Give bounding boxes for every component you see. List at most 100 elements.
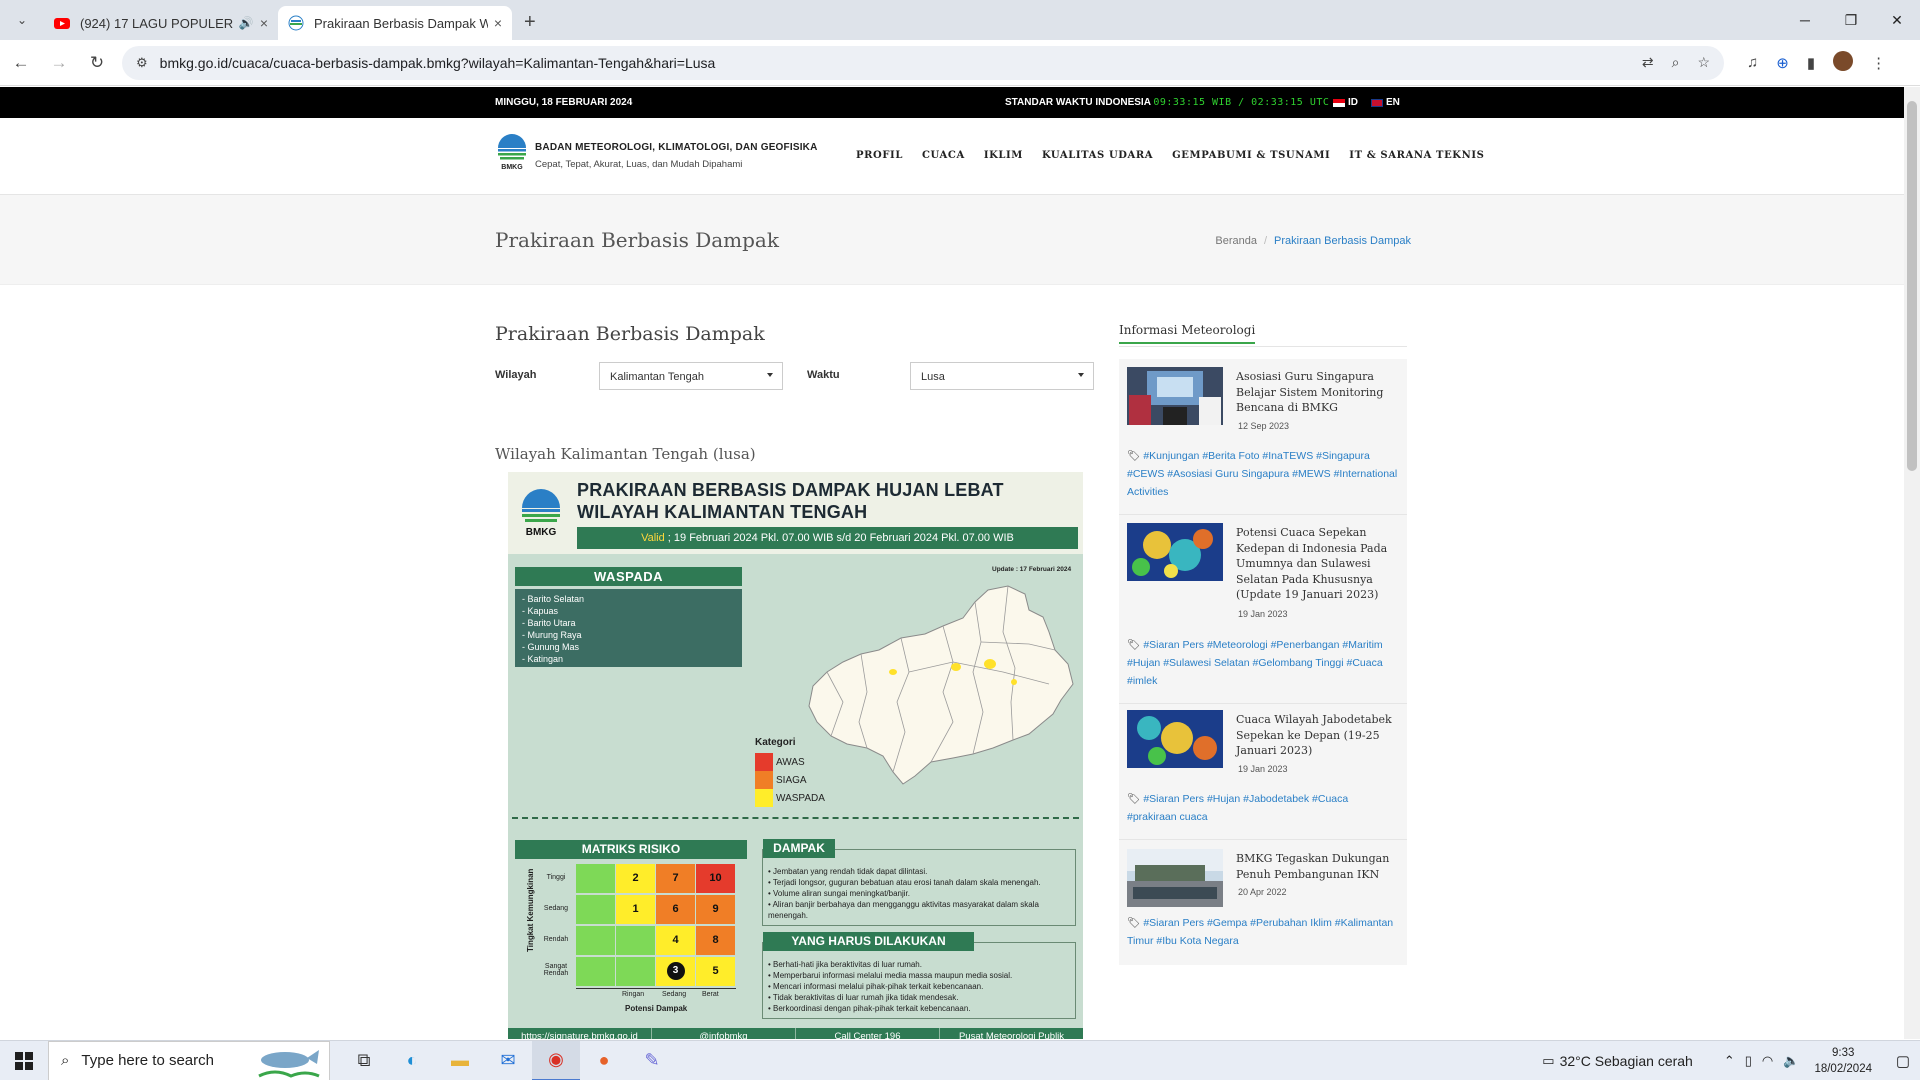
breadcrumb-current[interactable]: Prakiraan Berbasis Dampak bbox=[1274, 235, 1411, 247]
clock-time: 9:33 bbox=[1832, 1047, 1855, 1059]
taskbar-apps: ⧉ ◐ ▬ ✉ ◉ ● ✎ bbox=[340, 1040, 676, 1080]
scrollbar-thumb[interactable] bbox=[1907, 101, 1917, 471]
uk-flag-icon bbox=[1371, 98, 1383, 107]
menu-item-gempabumi[interactable]: GEMPABUMI & TSUNAMI bbox=[1172, 150, 1330, 161]
divider bbox=[1119, 839, 1407, 840]
back-icon[interactable]: ← bbox=[4, 46, 38, 80]
restore-icon[interactable]: ❐ bbox=[1828, 0, 1874, 40]
mail-icon[interactable]: ✉ bbox=[484, 1041, 532, 1080]
matrix-cell: 5 bbox=[696, 957, 735, 986]
volume-icon[interactable]: 🔈 bbox=[1783, 1053, 1799, 1069]
lang-en-link[interactable]: EN bbox=[1371, 97, 1400, 108]
breadcrumb-separator: / bbox=[1263, 235, 1268, 247]
waktu-value: Lusa bbox=[921, 371, 945, 383]
task-view-icon[interactable]: ⧉ bbox=[340, 1041, 388, 1080]
lang-id-link[interactable]: ID bbox=[1333, 97, 1358, 108]
youtube-icon bbox=[54, 18, 70, 29]
wilayah-select[interactable]: Kalimantan Tengah bbox=[599, 362, 783, 390]
start-button[interactable] bbox=[0, 1041, 48, 1080]
menu-item-profil[interactable]: PROFIL bbox=[856, 150, 903, 161]
wifi-icon[interactable]: ◠ bbox=[1762, 1053, 1773, 1069]
wilayah-label: Wilayah bbox=[495, 369, 537, 381]
news-date: 19 Jan 2023 bbox=[1238, 764, 1288, 774]
taskbar-clock[interactable]: 9:33 18/02/2024 bbox=[1814, 1045, 1872, 1077]
close-tab-icon[interactable]: × bbox=[260, 15, 268, 31]
minimize-icon[interactable]: ─ bbox=[1782, 0, 1828, 40]
indonesia-flag-icon bbox=[1333, 98, 1345, 107]
weather-icon[interactable]: ▭ bbox=[1542, 1053, 1554, 1069]
reload-icon[interactable]: ↻ bbox=[80, 46, 114, 80]
paint-icon[interactable]: ✎ bbox=[628, 1041, 676, 1080]
close-window-icon[interactable]: ✕ bbox=[1874, 0, 1920, 40]
menu-item-cuaca[interactable]: CUACA bbox=[922, 150, 965, 161]
notification-icon[interactable]: ▢ bbox=[1886, 1052, 1920, 1070]
windows-taskbar: ⌕ Type here to search ⧉ ◐ ▬ ✉ ◉ ● ✎ ▭ 32°… bbox=[0, 1040, 1920, 1080]
matrix-cell: 7 bbox=[656, 864, 695, 893]
menu-kebab-icon[interactable]: ⋮ bbox=[1871, 54, 1886, 72]
chrome-icon[interactable]: ◉ bbox=[532, 1040, 580, 1080]
news-title[interactable]: Cuaca Wilayah Jabodetabek Sepekan ke Dep… bbox=[1236, 712, 1401, 759]
impact-forecast-infographic[interactable]: BMKG PRAKIRAAN BERBASIS DAMPAK HUJAN LEB… bbox=[508, 472, 1083, 1039]
menu-item-iklim[interactable]: IKLIM bbox=[984, 150, 1023, 161]
firefox-icon[interactable]: ● bbox=[580, 1041, 628, 1080]
news-tags-text[interactable]: #Kunjungan #Berita Foto #InaTEWS #Singap… bbox=[1127, 450, 1397, 498]
matrix-cell bbox=[576, 957, 615, 986]
matrix-y-axis-label: Tingkat Kemungkinan bbox=[526, 868, 535, 952]
standard-time: STANDAR WAKTU INDONESIA 09:33:15 WIB / 0… bbox=[1005, 97, 1329, 108]
bookmark-star-icon[interactable]: ☆ bbox=[1697, 54, 1710, 71]
audio-playing-icon[interactable]: 🔊 bbox=[239, 16, 254, 30]
news-title[interactable]: Potensi Cuaca Sepekan Kedepan di Indones… bbox=[1236, 525, 1401, 603]
edge-icon[interactable]: ◐ bbox=[388, 1041, 436, 1080]
tab-youtube[interactable]: (924) 17 LAGU POPULER TE 🔊 × bbox=[44, 6, 278, 40]
list-item: - Gunung Mas bbox=[522, 642, 580, 652]
forward-icon[interactable]: → bbox=[42, 46, 76, 80]
download-icon[interactable]: ⊕ bbox=[1776, 54, 1789, 72]
tab-search-chevron-icon[interactable]: ⌄ bbox=[6, 4, 38, 36]
translate-icon[interactable]: ⇄ bbox=[1642, 54, 1654, 71]
tag-icon: 🏷 bbox=[1127, 450, 1141, 462]
meet-icon[interactable]: ▯ bbox=[1745, 1053, 1752, 1069]
footer-callcenter: Call Center 196 bbox=[796, 1028, 940, 1039]
brand-name[interactable]: BADAN METEOROLOGI, KLIMATOLOGI, DAN GEOF… bbox=[535, 142, 818, 153]
footer-social: @infobmkg bbox=[652, 1028, 796, 1039]
divider bbox=[1119, 346, 1407, 347]
screen: ⌄ (924) 17 LAGU POPULER TE 🔊 × Prakiraan… bbox=[0, 0, 1920, 1080]
zoom-icon[interactable]: ⌕ bbox=[1672, 54, 1680, 71]
matrix-x-axis-label: Potensi Dampak bbox=[625, 1004, 688, 1013]
bmkg-logo-icon[interactable]: BMKG bbox=[495, 130, 529, 172]
news-thumbnail[interactable] bbox=[1127, 710, 1223, 768]
tag-icon: 🏷 bbox=[1127, 917, 1141, 929]
menu-item-it-sarana[interactable]: IT & SARANA TEKNIS bbox=[1349, 150, 1484, 161]
news-tags-text[interactable]: #Siaran Pers #Hujan #Jabodetabek #Cuaca … bbox=[1127, 793, 1348, 823]
news-thumbnail[interactable] bbox=[1127, 849, 1223, 907]
file-explorer-icon[interactable]: ▬ bbox=[436, 1041, 484, 1080]
chevron-up-icon[interactable]: ⌃ bbox=[1724, 1053, 1735, 1069]
divider bbox=[1119, 703, 1407, 704]
menu-item-kualitas-udara[interactable]: KUALITAS UDARA bbox=[1042, 150, 1153, 161]
news-tags-text[interactable]: #Siaran Pers #Gempa #Perubahan Iklim #Ka… bbox=[1127, 917, 1393, 947]
waspada-list: - Barito Selatan - Kapuas - Barito Utara… bbox=[515, 589, 742, 667]
avatar[interactable] bbox=[1833, 50, 1854, 75]
news-tags-text[interactable]: #Siaran Pers #Meteorologi #Penerbangan #… bbox=[1127, 639, 1383, 687]
weather-text[interactable]: 32°C Sebagian cerah bbox=[1560, 1053, 1693, 1069]
side-panel-icon[interactable]: ▮ bbox=[1807, 54, 1815, 72]
news-title[interactable]: Asosiasi Guru Singapura Belajar Sistem M… bbox=[1236, 369, 1401, 416]
news-thumbnail[interactable] bbox=[1127, 523, 1223, 581]
media-control-icon[interactable]: ♫ bbox=[1747, 54, 1758, 71]
valid-text: ; 19 Februari 2024 Pkl. 07.00 WIB s/d 20… bbox=[664, 532, 1014, 544]
page-scrollbar[interactable] bbox=[1904, 87, 1920, 1039]
news-title[interactable]: BMKG Tegaskan Dukungan Penuh Pembangunan… bbox=[1236, 851, 1401, 882]
address-bar[interactable]: ⚙ bmkg.go.id/cuaca/cuaca-berbasis-dampak… bbox=[122, 45, 1724, 80]
close-tab-icon[interactable]: × bbox=[494, 15, 502, 31]
site-settings-icon[interactable]: ⚙ bbox=[136, 55, 148, 71]
taskbar-search[interactable]: ⌕ Type here to search bbox=[48, 1040, 330, 1080]
url-text[interactable]: bmkg.go.id/cuaca/cuaca-berbasis-dampak.b… bbox=[160, 55, 1624, 71]
infographic-title-line1: PRAKIRAAN BERBASIS DAMPAK HUJAN LEBAT bbox=[577, 480, 1004, 500]
new-tab-button[interactable]: + bbox=[512, 11, 548, 40]
news-thumbnail[interactable] bbox=[1127, 367, 1223, 425]
legend-swatch bbox=[755, 771, 773, 789]
breadcrumb-home[interactable]: Beranda bbox=[1215, 235, 1257, 247]
tab-bmkg[interactable]: Prakiraan Berbasis Dampak Wil × bbox=[278, 6, 512, 40]
dampak-box: • Jembatan yang rendah tidak dapat dilin… bbox=[762, 849, 1076, 926]
waktu-select[interactable]: Lusa bbox=[910, 362, 1094, 390]
